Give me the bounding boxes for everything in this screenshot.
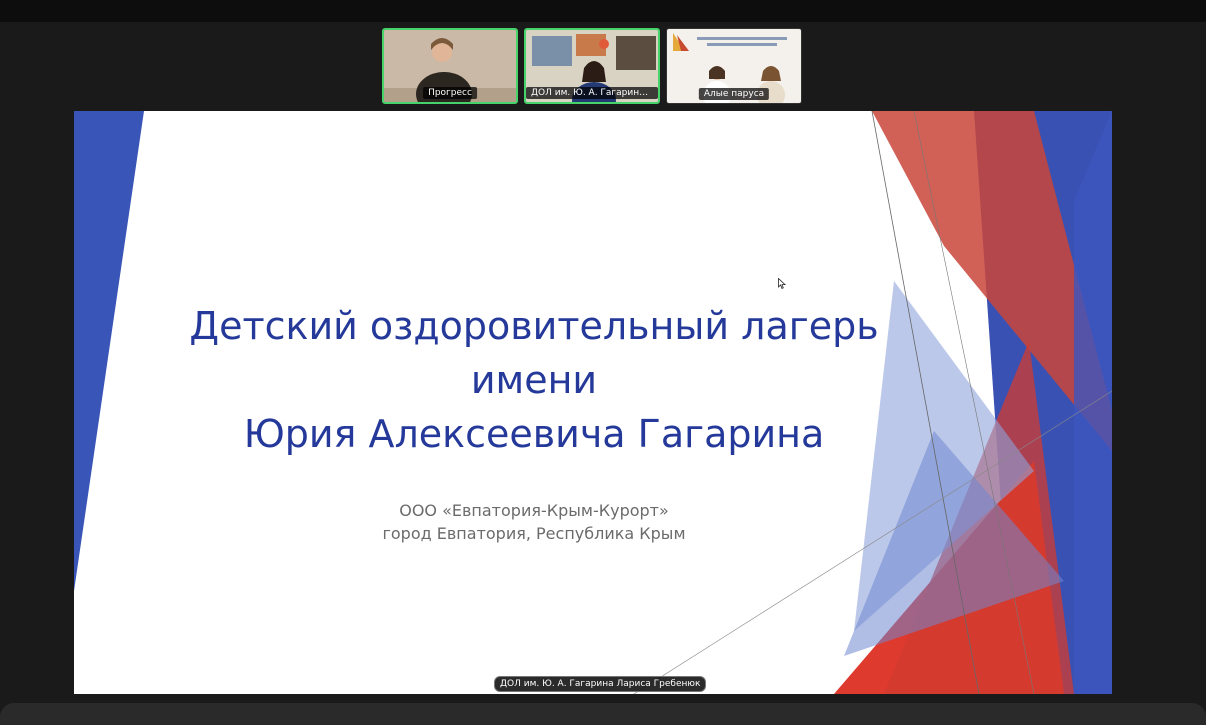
participant-name: ДОЛ им. Ю. А. Гагарина ... xyxy=(526,87,658,99)
participant-strip: Прогресс ДОЛ им. Ю. А. Гагарина ... Алые… xyxy=(382,28,802,106)
top-bar xyxy=(0,0,1206,22)
slide-subtitle: ООО «Евпатория-Крым-Курорт» город Евпато… xyxy=(134,499,934,545)
slide-title-line: Детский оздоровительный лагерь xyxy=(189,304,879,348)
participant-tile[interactable]: Прогресс xyxy=(382,28,518,104)
slide-title-line: имени xyxy=(470,358,598,402)
slide-subtitle-line: город Евпатория, Республика Крым xyxy=(382,524,686,543)
participant-tile[interactable]: Алые паруса xyxy=(666,28,802,104)
participant-name: Алые паруса xyxy=(698,88,770,100)
participant-name: Прогресс xyxy=(423,87,477,99)
slide-title: Детский оздоровительный лагерь имени Юри… xyxy=(134,299,934,461)
slide-subtitle-line: ООО «Евпатория-Крым-Курорт» xyxy=(399,501,669,520)
slide-title-line: Юрия Алексеевича Гагарина xyxy=(243,412,825,456)
shared-slide: Детский оздоровительный лагерь имени Юри… xyxy=(74,111,1112,694)
active-speaker-label: ДОЛ им. Ю. А. Гагарина Лариса Гребенюк xyxy=(494,676,707,692)
mouse-cursor-icon xyxy=(778,278,786,289)
participant-tile[interactable]: ДОЛ им. Ю. А. Гагарина ... xyxy=(524,28,660,104)
meeting-controls-bar[interactable] xyxy=(0,703,1206,725)
